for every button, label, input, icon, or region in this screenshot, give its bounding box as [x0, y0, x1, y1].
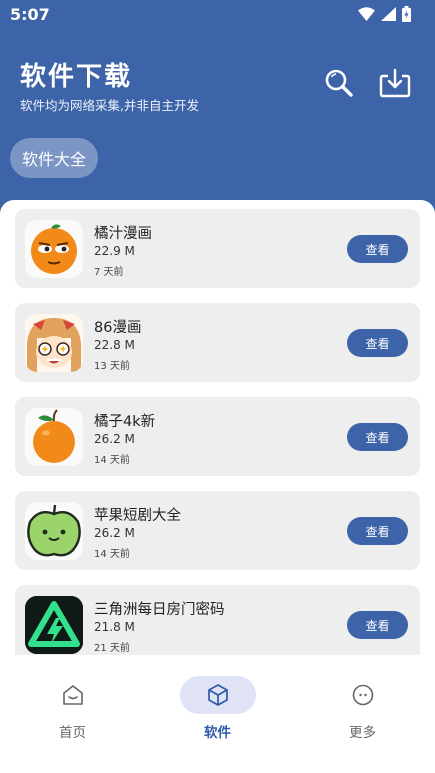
status-icons: [358, 6, 411, 22]
view-button[interactable]: 查看: [347, 423, 408, 451]
tab-software-label: 软件: [204, 725, 231, 741]
app-size: 22.8 M: [94, 338, 135, 352]
app-size: 26.2 M: [94, 526, 135, 540]
app-date: 14 天前: [94, 455, 130, 466]
app-header: 5:07 软件下载 软件均为网络采集,并非自主开发 软件大全: [0, 0, 435, 220]
list-item[interactable]: 橘汁漫画 22.9 M 7 天前 查看: [15, 209, 420, 288]
page-title: 软件下载: [20, 62, 133, 92]
status-time: 5:07: [10, 5, 50, 24]
app-name: 86漫画: [94, 320, 142, 336]
battery-icon: [402, 6, 411, 22]
app-name: 三角洲每日房门密码: [94, 602, 225, 618]
view-button[interactable]: 查看: [347, 329, 408, 357]
status-bar: 5:07: [0, 0, 435, 30]
download-button[interactable]: [378, 66, 412, 100]
list-item[interactable]: 86漫画 22.8 M 13 天前 查看: [15, 303, 420, 382]
tab-more[interactable]: 更多: [290, 655, 435, 755]
orange-face-icon: [25, 220, 83, 278]
app-date: 14 天前: [94, 549, 130, 560]
view-button[interactable]: 查看: [347, 517, 408, 545]
page-subtitle: 软件均为网络采集,并非自主开发: [20, 98, 199, 113]
app-size: 22.9 M: [94, 244, 135, 258]
signal-icon: [381, 7, 396, 21]
more-icon: [325, 676, 401, 714]
app-name: 橘汁漫画: [94, 226, 152, 242]
app-size: 21.8 M: [94, 620, 135, 634]
app-name: 苹果短剧大全: [94, 508, 181, 524]
anime-girl-icon: [25, 314, 83, 372]
app-date: 7 天前: [94, 267, 124, 278]
list-item[interactable]: 橘子4k新 26.2 M 14 天前 查看: [15, 397, 420, 476]
home-icon: [35, 676, 111, 714]
category-chip[interactable]: 软件大全: [10, 138, 99, 178]
app-name: 橘子4k新: [94, 414, 156, 430]
orange-fruit-icon: [25, 408, 83, 466]
tab-more-label: 更多: [349, 725, 376, 741]
app-size: 26.2 M: [94, 432, 135, 446]
tab-home[interactable]: 首页: [0, 655, 145, 755]
view-button[interactable]: 查看: [347, 235, 408, 263]
app-list-sheet: 橘汁漫画 22.9 M 7 天前 查看 86漫画 22.8 M 13 天前 查看…: [0, 200, 435, 660]
cube-icon: [179, 676, 256, 714]
tab-software[interactable]: 软件: [145, 655, 290, 755]
green-apple-icon: [25, 502, 83, 560]
list-item[interactable]: 三角洲每日房门密码 21.8 M 21 天前 查看: [15, 585, 420, 660]
search-button[interactable]: [322, 66, 356, 100]
search-icon: [325, 69, 353, 97]
app-date: 21 天前: [94, 643, 130, 654]
tab-home-label: 首页: [59, 725, 86, 741]
app-date: 13 天前: [94, 361, 130, 372]
bottom-nav: 首页 软件 更多: [0, 655, 435, 773]
wifi-icon: [358, 7, 375, 21]
list-item[interactable]: 苹果短剧大全 26.2 M 14 天前 查看: [15, 491, 420, 570]
download-icon: [379, 68, 411, 98]
view-button[interactable]: 查看: [347, 611, 408, 639]
delta-logo-icon: [25, 596, 83, 654]
